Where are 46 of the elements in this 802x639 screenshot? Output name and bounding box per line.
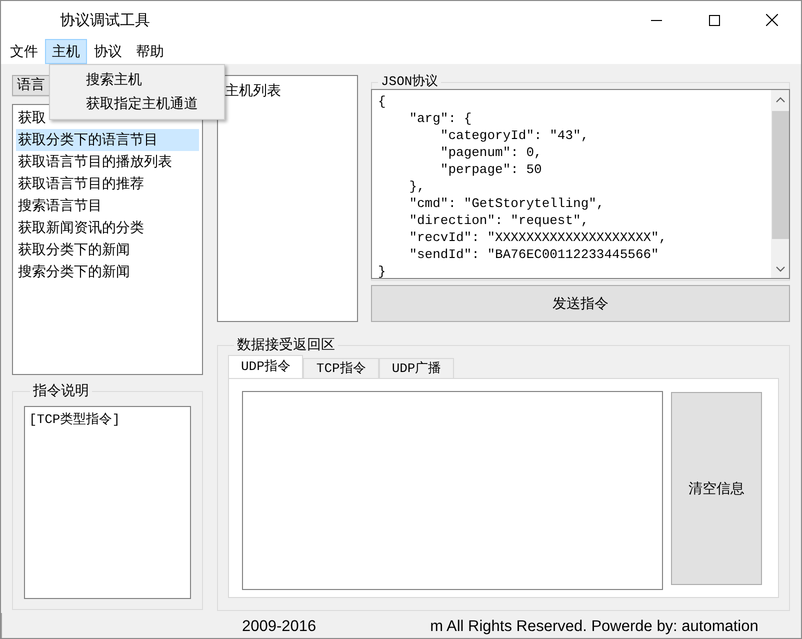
code-line: "recvId": "XXXXXXXXXXXXXXXXXXXX",	[408, 229, 668, 246]
list-item[interactable]: 搜索分类下的新闻	[16, 261, 199, 283]
scroll-up-icon	[776, 96, 784, 102]
tab[interactable]: TCP指令	[303, 358, 379, 378]
maximize-icon	[708, 14, 720, 26]
scrollbar-thumb[interactable]	[772, 111, 788, 239]
code-line: {	[378, 93, 387, 110]
code-line: },	[408, 178, 426, 195]
status-text: 2009-2016	[242, 618, 316, 636]
code-line: "sendId": "BA76EC00112233445566"	[408, 246, 660, 263]
menu-item[interactable]: 协议	[87, 39, 129, 64]
code-line: "direction": "request",	[408, 212, 590, 229]
code-line: "cmd": "GetStorytelling",	[408, 195, 606, 212]
send-button[interactable]: 发送指令	[371, 285, 790, 322]
close-icon	[766, 14, 778, 26]
description-box: [TCP类型指令]	[24, 406, 191, 599]
menu-item[interactable]: 获取指定主机通道	[50, 92, 224, 116]
list-item[interactable]: 获取分类下的语言节目	[16, 129, 199, 151]
code-line: "arg": {	[408, 110, 473, 127]
list-item[interactable]: 获取语言节目的推荐	[16, 173, 199, 195]
menu-item[interactable]: 文件	[3, 39, 45, 64]
scroll-down-icon	[776, 266, 784, 272]
status-text: m All Rights Reserved. Powerde by: automation	[430, 618, 758, 636]
code-line: "perpage": 50	[439, 161, 543, 178]
list-item[interactable]: 获取新闻资讯的分类	[16, 217, 199, 239]
code-line: "categoryId": "43",	[439, 127, 590, 144]
menu-item[interactable]: 帮助	[129, 39, 171, 64]
menu-item[interactable]: 主机	[45, 39, 87, 64]
code-line: "pagenum": 0,	[439, 144, 543, 161]
group-title: 指令说明	[32, 382, 90, 400]
list-item[interactable]: 获取语言节目的播放列表	[16, 151, 199, 173]
code-line: }	[378, 263, 387, 278]
json-text-area[interactable]: { "arg": { "categoryId": "43", "pagenum": 0, "perpage": 50 }, "cmd": "GetStorytelling", "direction": "request", "recvId": "XXXXXXXXXXXXXXXXXXXX", "sendId": "BA76EC00112233445566" }	[371, 89, 790, 279]
scrollbar[interactable]	[771, 90, 789, 278]
tab[interactable]: UDP指令	[228, 355, 304, 378]
tab[interactable]: UDP广播	[378, 358, 454, 378]
group-title: 数据接受返回区	[236, 336, 336, 354]
group-title: JSON协议	[380, 75, 440, 89]
window-title: 协议调试工具	[60, 10, 151, 30]
list-item[interactable]: 搜索语言节目	[16, 195, 199, 217]
output-area[interactable]	[242, 391, 663, 590]
menu-item[interactable]: 搜索主机	[50, 68, 224, 92]
list-item[interactable]: 获取分类下的新闻	[16, 239, 199, 261]
list-title: 主机列表	[225, 83, 281, 99]
category-tab[interactable]: 语言	[12, 75, 50, 96]
clear-button[interactable]: 清空信息	[671, 392, 762, 585]
